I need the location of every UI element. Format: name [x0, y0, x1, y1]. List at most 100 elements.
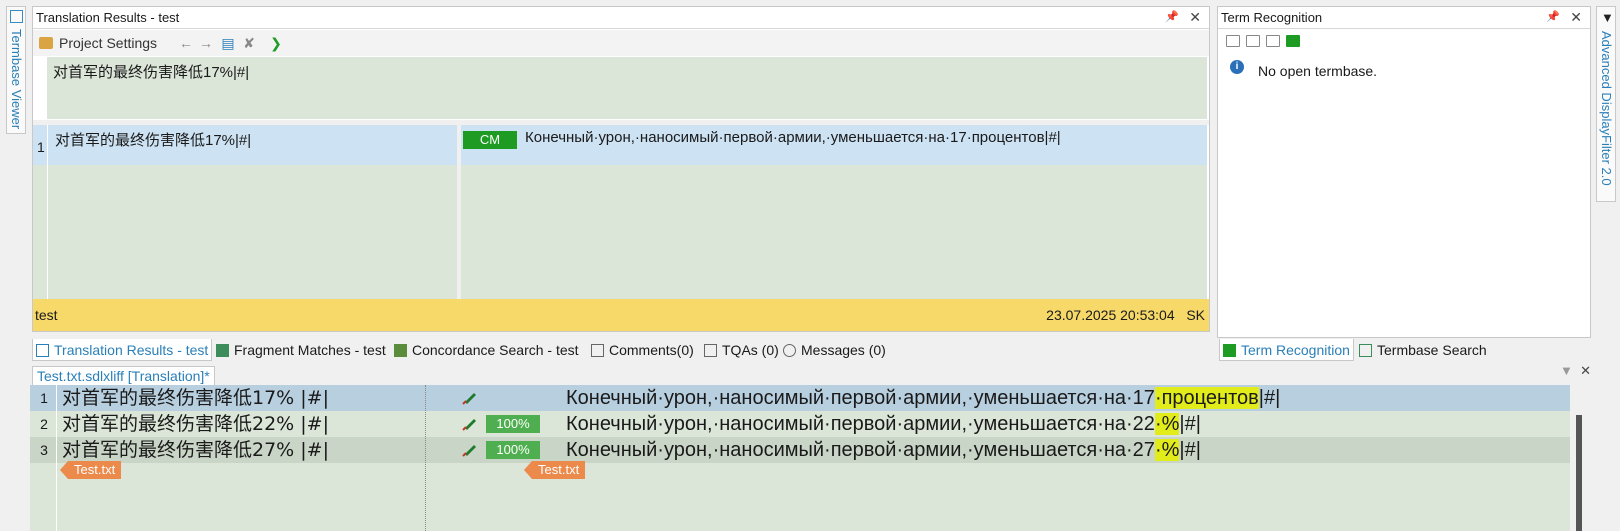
result-source-text: 对首军的最终伤害降低17%|#| — [55, 132, 252, 149]
apply-translation-icon[interactable]: ▤ — [219, 34, 237, 52]
tab-concordance-search[interactable]: Concordance Search - test — [394, 339, 579, 361]
target-highlight: ·процентов — [1154, 387, 1259, 409]
close-icon[interactable]: ✕ — [1570, 7, 1582, 28]
source-tag: |#| — [300, 439, 330, 461]
close-icon[interactable]: ✕ — [1580, 363, 1591, 378]
termbase-view-icon[interactable] — [1226, 35, 1240, 47]
target-highlight: ·% — [1154, 413, 1180, 435]
target-highlight: ·% — [1154, 439, 1180, 461]
result-target-cell[interactable]: CM Конечный·урон,·наносимый·первой·армии… — [461, 125, 1207, 299]
translation-results-toolbar: Project Settings ← → ▤ ✘ ❯ — [33, 30, 1209, 56]
concordance-search-icon — [394, 344, 407, 357]
tab-fragment-matches[interactable]: Fragment Matches - test — [216, 339, 386, 361]
no-termbase-message: No open termbase. — [1258, 63, 1378, 79]
tab-label: Term Recognition — [1241, 342, 1350, 358]
termbase-viewer-icon — [10, 10, 23, 23]
translation-results-panel: Translation Results - test 📌 ✕ Project S… — [32, 6, 1210, 332]
tab-term-recognition[interactable]: Term Recognition — [1219, 339, 1354, 361]
segment-target[interactable]: Конечный·урон,·наносимый·первой·армии,·у… — [566, 411, 1201, 437]
user-initials: SK — [1186, 307, 1205, 323]
bottom-tab-strip: Translation Results - test Fragment Matc… — [32, 339, 1202, 361]
source-text: 对首军的最终伤害降低17% — [62, 387, 295, 409]
project-settings-label: Project Settings — [59, 35, 158, 51]
target-text: Конечный·урон,·наносимый·первой·армии,·у… — [566, 387, 1155, 409]
pin-icon[interactable]: 📌 — [1546, 7, 1560, 28]
document-tab[interactable]: Test.txt.sdlxliff [Translation]* — [32, 366, 215, 386]
target-tag: |#| — [1179, 439, 1201, 461]
match-percent-badge: 100% — [486, 441, 540, 459]
source-target-splitter[interactable] — [425, 385, 427, 531]
tab-translation-results[interactable]: Translation Results - test — [32, 339, 213, 361]
segment-row[interactable]: 3 对首军的最终伤害降低27% |#| 100% Конечный·урон,·… — [30, 437, 1570, 463]
tm-info: 23.07.2025 20:53:04 SK — [1046, 307, 1205, 323]
term-recognition-icon — [1223, 344, 1236, 357]
editor-scrollbar[interactable] — [1570, 385, 1590, 531]
add-term-icon[interactable] — [1246, 35, 1260, 47]
advanced-display-filter-label: Advanced DisplayFilter 2.0 — [1599, 31, 1614, 186]
settings-icon[interactable] — [1266, 35, 1280, 47]
tab-label: Translation Results - test — [54, 342, 209, 358]
result-source-cell[interactable]: 1 对首军的最终伤害降低17%|#| — [33, 125, 457, 299]
target-text: Конечный·урон,·наносимый·первой·армии,·у… — [566, 413, 1155, 435]
scrollbar-thumb[interactable] — [1576, 415, 1582, 531]
sort-az-icon[interactable] — [1286, 35, 1300, 47]
tm-name: test — [35, 307, 58, 323]
number-column-divider — [47, 125, 48, 299]
segment-row[interactable]: 2 对首军的最终伤害降低22% |#| 100% Конечный·урон,·… — [30, 411, 1570, 437]
termbase-viewer-tab[interactable]: Termbase Viewer — [6, 6, 26, 134]
editor-controls: ▼ ✕ — [1560, 363, 1591, 379]
pin-icon[interactable]: 📌 — [1165, 7, 1179, 28]
segment-source: 对首军的最终伤害降低22% |#| — [62, 411, 329, 437]
dropdown-icon[interactable]: ▼ — [1560, 363, 1573, 378]
tab-label: TQAs (0) — [722, 342, 779, 358]
segment-target[interactable]: Конечный·урон,·наносимый·первой·армии,·у… — [566, 437, 1201, 463]
segment-target[interactable]: Конечный·урон,·наносимый·первой·армии,·у… — [566, 385, 1280, 411]
segment-row[interactable]: 1 对首军的最终伤害降低17% |#| Конечный·урон,·нанос… — [30, 385, 1570, 411]
edited-status-icon — [462, 419, 476, 431]
context-match-badge: CM — [463, 131, 517, 149]
term-recognition-titlebar: Term Recognition 📌 ✕ — [1218, 7, 1590, 29]
tab-label: Messages (0) — [801, 342, 886, 358]
back-arrow-icon[interactable]: ← — [177, 34, 195, 52]
result-row-number: 1 — [37, 139, 45, 155]
result-target-text: Конечный·урон,·наносимый·первой·армии,·у… — [525, 129, 1061, 146]
tools-icon[interactable]: ✘ — [240, 34, 258, 52]
source-preview: 对首军的最终伤害降低17%|#| — [47, 57, 1207, 119]
tab-comments[interactable]: Comments(0) — [591, 339, 694, 361]
edited-status-icon — [462, 445, 476, 457]
fragment-matches-icon — [216, 344, 229, 357]
segment-number: 3 — [40, 442, 48, 458]
source-tag: |#| — [300, 387, 330, 409]
term-recognition-panel: Term Recognition 📌 ✕ i No open termbase. — [1217, 6, 1591, 338]
target-tag: |#| — [1258, 387, 1281, 409]
close-icon[interactable]: ✕ — [1189, 7, 1201, 28]
term-tab-strip: Term Recognition Termbase Search — [1219, 339, 1589, 361]
tab-messages[interactable]: Messages (0) — [783, 339, 886, 361]
termbase-viewer-label: Termbase Viewer — [9, 29, 24, 130]
info-icon: i — [1230, 60, 1244, 74]
term-recognition-toolbar — [1218, 30, 1590, 52]
source-tag: |#| — [300, 413, 330, 435]
number-column-divider — [56, 385, 57, 531]
tab-label: Fragment Matches - test — [234, 342, 386, 358]
filter-icon: ▼ — [1601, 10, 1614, 25]
translation-results-icon — [36, 344, 49, 357]
source-text: 对首军的最终伤害降低27% — [62, 439, 295, 461]
tab-termbase-search[interactable]: Termbase Search — [1359, 339, 1487, 361]
forward-arrow-icon[interactable]: → — [197, 34, 215, 52]
tab-tqas[interactable]: TQAs (0) — [704, 339, 779, 361]
advanced-display-filter-tab[interactable]: ▼ Advanced DisplayFilter 2.0 — [1596, 6, 1616, 202]
tab-label: Termbase Search — [1377, 342, 1487, 358]
comments-icon — [591, 344, 604, 357]
segment-source: 对首军的最终伤害降低17% |#| — [62, 385, 329, 411]
edited-status-icon — [462, 393, 476, 405]
match-percent-badge: 100% — [486, 415, 540, 433]
segment-number: 2 — [40, 416, 48, 432]
editor-grid: 1 对首军的最终伤害降低17% |#| Конечный·урон,·нанос… — [30, 385, 1590, 531]
project-settings-button[interactable]: Project Settings — [39, 34, 157, 52]
tab-label: Concordance Search - test — [412, 342, 579, 358]
tab-label: Comments(0) — [609, 342, 694, 358]
file-tag-source: Test.txt — [60, 461, 122, 479]
play-icon[interactable]: ❯ — [267, 34, 285, 52]
messages-icon — [783, 344, 796, 357]
